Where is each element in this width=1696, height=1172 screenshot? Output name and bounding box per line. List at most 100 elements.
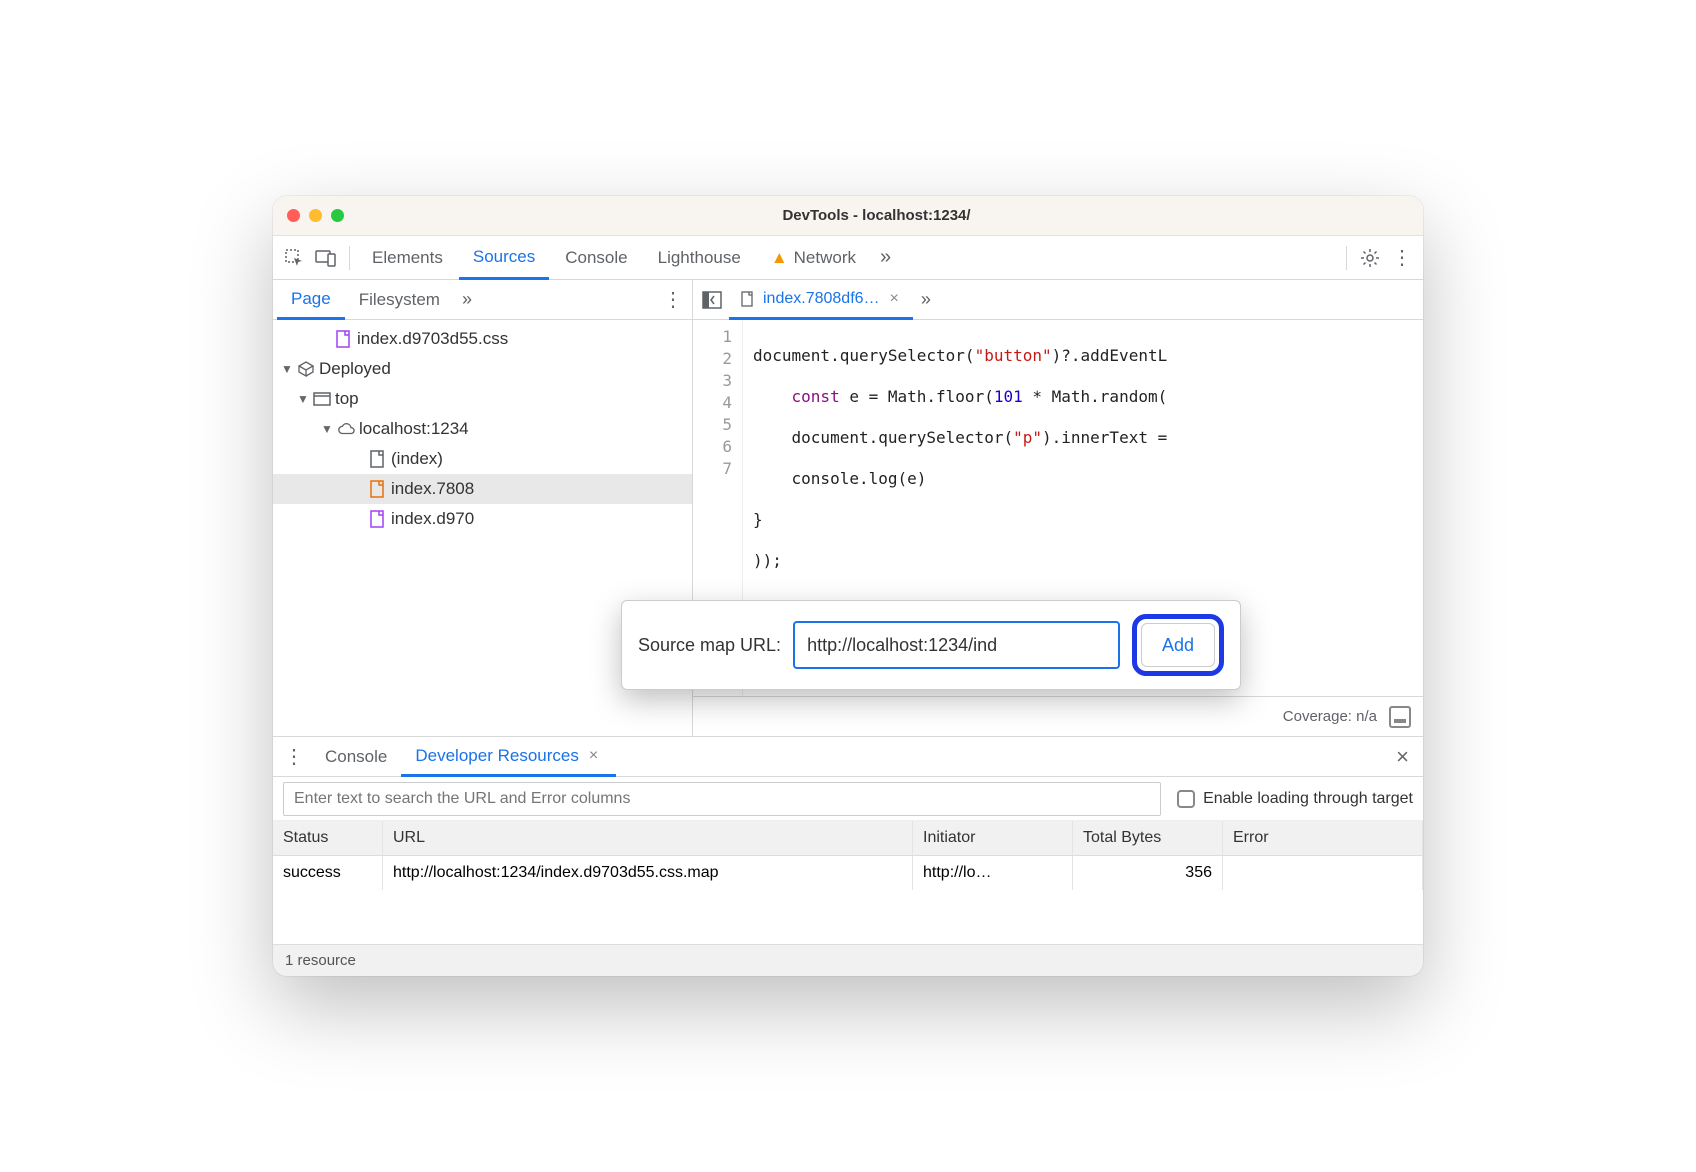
cube-icon (297, 360, 315, 378)
tab-label: Elements (372, 248, 443, 268)
file-icon (335, 330, 353, 348)
separator (1346, 246, 1347, 270)
subtab-label: Page (291, 289, 331, 309)
file-icon (369, 480, 387, 498)
file-tab-active[interactable]: index.7808df6… × (729, 280, 913, 320)
main-toolbar: Elements Sources Console Lighthouse ▲ Ne… (273, 236, 1423, 280)
add-source-map-button[interactable]: Add (1141, 623, 1215, 667)
chevron-down-icon: ▼ (281, 362, 293, 376)
tree-item-host[interactable]: ▼ localhost:1234 (273, 414, 692, 444)
maximize-window-button[interactable] (331, 209, 344, 222)
close-drawer-button[interactable]: × (1386, 744, 1419, 770)
checkbox-label: Enable loading through target (1203, 790, 1413, 808)
more-tabs-button[interactable]: » (872, 236, 899, 280)
tab-network[interactable]: ▲ Network (757, 236, 870, 280)
inspect-element-icon[interactable] (279, 243, 309, 273)
drawer-tabs: ⋮ Console Developer Resources × × (273, 737, 1423, 777)
tab-label: Network (794, 248, 856, 268)
window-title: DevTools - localhost:1234/ (344, 207, 1409, 224)
kebab-menu-icon[interactable]: ⋮ (1387, 243, 1417, 273)
tree-item-deployed[interactable]: ▼ Deployed (273, 354, 692, 384)
source-map-dialog: Source map URL: Add (621, 600, 1241, 690)
devtools-window: DevTools - localhost:1234/ Elements Sour… (273, 196, 1423, 976)
settings-icon[interactable] (1355, 243, 1385, 273)
tree-label: index.d9703d55.css (357, 329, 508, 349)
frame-icon (313, 390, 331, 408)
tab-sources[interactable]: Sources (459, 236, 549, 280)
table-header: Status URL Initiator Total Bytes Error (273, 821, 1423, 856)
subtab-label: Filesystem (359, 290, 440, 310)
window-controls (287, 209, 344, 222)
tree-label: index.d970 (391, 509, 474, 529)
titlebar: DevTools - localhost:1234/ (273, 196, 1423, 236)
tab-label: Console (565, 248, 627, 268)
search-input[interactable] (283, 782, 1161, 816)
cell-initiator: http://lo… (913, 856, 1073, 890)
cell-url: http://localhost:1234/index.d9703d55.css… (383, 856, 913, 890)
cloud-icon (337, 420, 355, 438)
tree-item-js[interactable]: index.7808 (273, 474, 692, 504)
separator (349, 246, 350, 270)
status-bar: 1 resource (273, 944, 1423, 976)
tree-label: index.7808 (391, 479, 474, 499)
chevron-down-icon: ▼ (297, 392, 309, 406)
table-row[interactable]: success http://localhost:1234/index.d970… (273, 856, 1423, 890)
tree-item-top[interactable]: ▼ top (273, 384, 692, 414)
drawer-tab-label: Developer Resources (415, 746, 578, 766)
coverage-label: Coverage: n/a (1283, 708, 1377, 725)
drawer-tab-developer-resources[interactable]: Developer Resources × (401, 737, 616, 777)
device-toolbar-icon[interactable] (311, 243, 341, 273)
tab-console[interactable]: Console (551, 236, 641, 280)
status-text: 1 resource (285, 952, 356, 969)
drawer-tab-label: Console (325, 747, 387, 767)
minimize-window-button[interactable] (309, 209, 322, 222)
enable-loading-checkbox[interactable]: Enable loading through target (1177, 790, 1413, 808)
tree-item-css2[interactable]: index.d970 (273, 504, 692, 534)
chevron-down-icon: ▼ (321, 422, 333, 436)
coverage-bar: Coverage: n/a (693, 696, 1423, 736)
col-url[interactable]: URL (383, 821, 913, 855)
cell-error (1223, 856, 1423, 890)
source-map-url-input[interactable] (793, 621, 1120, 669)
col-error[interactable]: Error (1223, 821, 1423, 855)
tab-lighthouse[interactable]: Lighthouse (644, 236, 755, 280)
file-icon (369, 510, 387, 528)
add-button-highlight: Add (1132, 614, 1224, 676)
close-window-button[interactable] (287, 209, 300, 222)
tree-item-css[interactable]: index.d9703d55.css (273, 324, 692, 354)
tree-label: localhost:1234 (359, 419, 469, 439)
drawer-toolbar: Enable loading through target (273, 777, 1423, 821)
navigator-menu-icon[interactable]: ⋮ (658, 285, 688, 315)
drawer-menu-icon[interactable]: ⋮ (277, 742, 311, 772)
tab-label: Lighthouse (658, 248, 741, 268)
tab-elements[interactable]: Elements (358, 236, 457, 280)
close-drawer-tab-button[interactable]: × (585, 747, 602, 765)
document-icon (369, 450, 387, 468)
cell-bytes: 356 (1073, 856, 1223, 890)
col-initiator[interactable]: Initiator (913, 821, 1073, 855)
more-subtabs-button[interactable]: » (454, 280, 480, 320)
tree-label: Deployed (319, 359, 391, 379)
col-bytes[interactable]: Total Bytes (1073, 821, 1223, 855)
source-map-label: Source map URL: (638, 635, 781, 656)
editor-tabs: index.7808df6… × » (693, 280, 1423, 320)
checkbox-icon (1177, 790, 1195, 808)
file-icon (739, 290, 757, 308)
tree-label: (index) (391, 449, 443, 469)
col-status[interactable]: Status (273, 821, 383, 855)
subtab-page[interactable]: Page (277, 280, 345, 320)
file-tab-label: index.7808df6… (763, 290, 880, 308)
drawer: ⋮ Console Developer Resources × × Enable… (273, 736, 1423, 976)
resources-table: Status URL Initiator Total Bytes Error s… (273, 821, 1423, 944)
more-file-tabs-button[interactable]: » (915, 280, 937, 320)
toggle-drawer-icon[interactable] (1389, 706, 1411, 728)
navigator-tabs: Page Filesystem » ⋮ (273, 280, 692, 320)
tree-label: top (335, 389, 359, 409)
toggle-navigator-icon[interactable] (697, 291, 727, 309)
subtab-filesystem[interactable]: Filesystem (345, 280, 454, 320)
close-tab-button[interactable]: × (886, 290, 903, 308)
tab-label: Sources (473, 247, 535, 267)
tree-item-index[interactable]: (index) (273, 444, 692, 474)
cell-status: success (273, 856, 383, 890)
drawer-tab-console[interactable]: Console (311, 737, 401, 777)
